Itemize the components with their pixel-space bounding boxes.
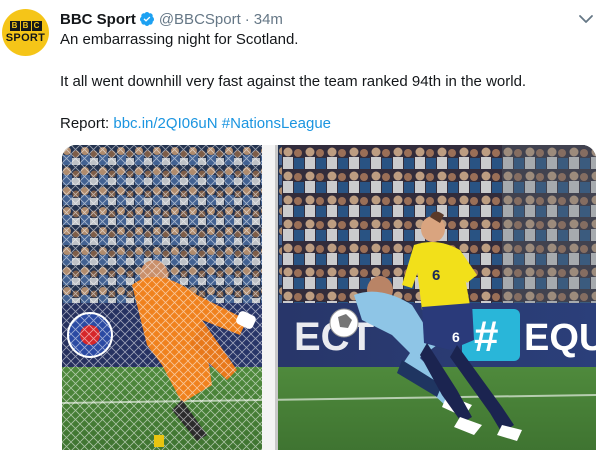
tweet-text-line-3: Report: bbc.in/2QI06uN #NationsLeague: [60, 114, 331, 134]
avatar[interactable]: BBC SPORT: [2, 9, 49, 56]
shirt-number: 6: [432, 267, 440, 284]
report-link[interactable]: bbc.in/2QI06uN: [113, 115, 217, 132]
tweet-card[interactable]: BBC SPORT BBC Sport @BBCSport · 34m An e…: [0, 0, 600, 450]
tweet-header: BBC Sport @BBCSport · 34m: [60, 9, 283, 29]
logo-sport-text: SPORT: [5, 31, 46, 44]
display-name[interactable]: BBC Sport: [60, 11, 136, 28]
report-prefix: Report:: [60, 115, 114, 132]
tweet-photo[interactable]: K ECT # EQU: [62, 145, 596, 450]
timestamp[interactable]: 34m: [254, 11, 283, 28]
hashtag-link[interactable]: #NationsLeague: [222, 115, 331, 132]
verified-badge-icon: [139, 11, 155, 27]
separator-dot: ·: [244, 10, 250, 28]
shorts-number: 6: [452, 329, 460, 345]
bbc-sport-logo: BBC SPORT: [5, 20, 46, 45]
board-text-right: EQU: [524, 317, 596, 359]
board-hash: #: [474, 312, 498, 361]
tweet-text-line-2: It all went downhill very fast against t…: [60, 73, 527, 90]
goal-net: [62, 145, 270, 450]
football-match-photo: K ECT # EQU: [62, 145, 596, 450]
handle[interactable]: @BBCSport: [159, 11, 241, 28]
chevron-down-icon[interactable]: [578, 12, 594, 24]
tweet-text-line-1: An embarrassing night for Scotland.: [60, 31, 299, 48]
football: [329, 308, 359, 338]
bbc-blocks: BBC: [9, 20, 42, 31]
